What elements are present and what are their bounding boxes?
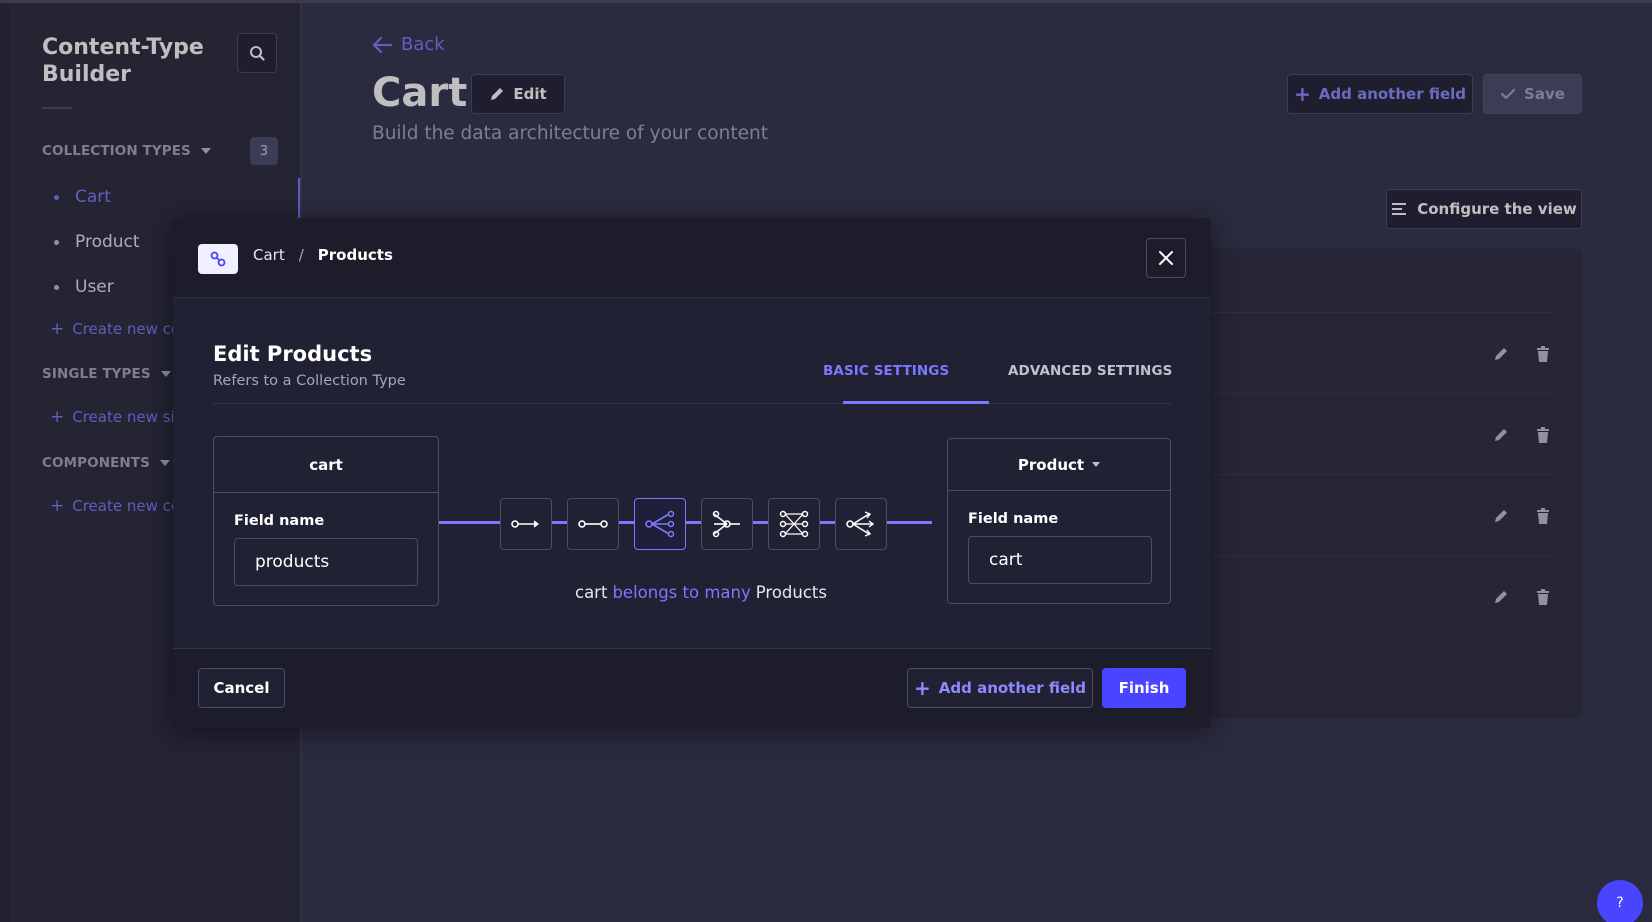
relation-verb: belongs to many xyxy=(612,583,751,602)
many-to-many-icon xyxy=(779,510,809,538)
cancel-button[interactable]: Cancel xyxy=(198,668,285,708)
modal-add-field-label: Add another field xyxy=(938,679,1086,697)
modal-breadcrumb: Cart / Products xyxy=(253,246,393,264)
finish-button[interactable]: Finish xyxy=(1102,668,1186,708)
one-to-many-icon xyxy=(578,520,608,528)
close-icon xyxy=(1159,251,1173,265)
active-tab-indicator xyxy=(843,401,989,404)
modal-title: Edit Products xyxy=(213,342,373,366)
breadcrumb-separator: / xyxy=(298,246,304,264)
source-field-name-input[interactable]: products xyxy=(234,538,418,586)
target-content-type-select[interactable]: Product xyxy=(948,439,1170,491)
relation-many-way-button[interactable] xyxy=(835,498,887,550)
target-field-label: Field name xyxy=(968,511,1059,527)
chevron-down-icon xyxy=(1092,462,1101,467)
relation-subject: cart xyxy=(575,583,608,602)
modal-subtitle: Refers to a Collection Type xyxy=(213,373,406,389)
relation-object: Products xyxy=(755,583,827,602)
modal-add-another-field-button[interactable]: + Add another field xyxy=(907,668,1093,708)
source-content-type: cart xyxy=(214,437,438,493)
tabs-divider xyxy=(213,403,1171,404)
relation-one-to-one-button[interactable] xyxy=(500,498,552,550)
close-modal-button[interactable] xyxy=(1146,238,1186,278)
source-field-label: Field name xyxy=(234,513,325,529)
link-icon xyxy=(210,251,226,267)
relation-many-to-one-button[interactable] xyxy=(634,498,686,550)
relation-type-badge xyxy=(198,244,238,274)
tab-advanced-settings[interactable]: ADVANCED SETTINGS xyxy=(1008,363,1172,379)
plus-icon: + xyxy=(914,676,931,700)
help-button[interactable]: ? xyxy=(1597,880,1643,922)
one-to-one-icon xyxy=(511,520,539,528)
tab-basic-settings[interactable]: BASIC SETTINGS xyxy=(823,363,949,379)
many-to-one-icon xyxy=(645,510,675,538)
relation-one-to-many-button[interactable] xyxy=(567,498,619,550)
relation-one-way-many-button[interactable] xyxy=(701,498,753,550)
target-content-type: Product xyxy=(1017,455,1085,474)
source-field-card: cart Field name products xyxy=(213,436,439,606)
one-way-many-icon xyxy=(712,510,740,538)
target-field-card: Product Field name cart xyxy=(947,438,1171,604)
many-way-icon xyxy=(846,511,875,537)
target-field-name-input[interactable]: cart xyxy=(968,536,1152,584)
breadcrumb-current: Products xyxy=(317,246,393,264)
edit-relation-modal: Cart / Products Edit Products Refers to … xyxy=(173,218,1211,728)
relation-description: cart belongs to many Products xyxy=(575,583,827,602)
breadcrumb-parent: Cart xyxy=(253,246,285,264)
relation-many-to-many-button[interactable] xyxy=(768,498,820,550)
